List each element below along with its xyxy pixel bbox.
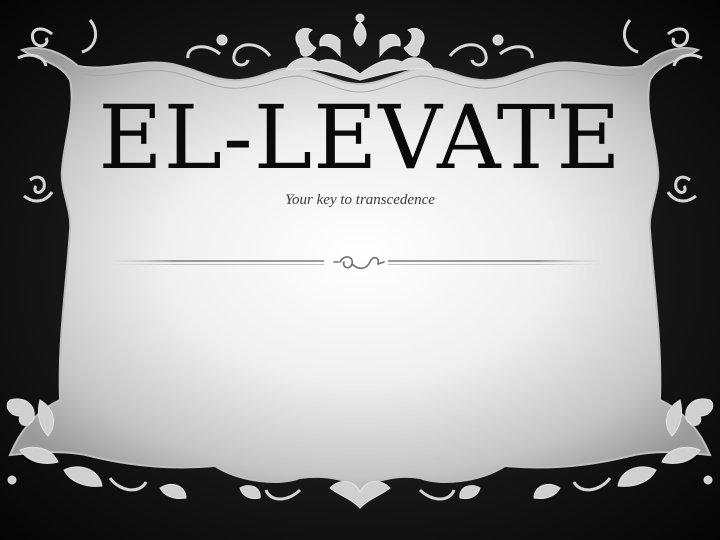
slide-title: EL-LEVATE — [98, 86, 622, 189]
slide-subtitle: Your key to transcedence — [285, 192, 435, 208]
slide: EL-LEVATE Your key to transcedence — [0, 0, 720, 540]
ornate-frame — [6, 13, 714, 509]
baroque-scroll-icon — [186, 13, 534, 81]
